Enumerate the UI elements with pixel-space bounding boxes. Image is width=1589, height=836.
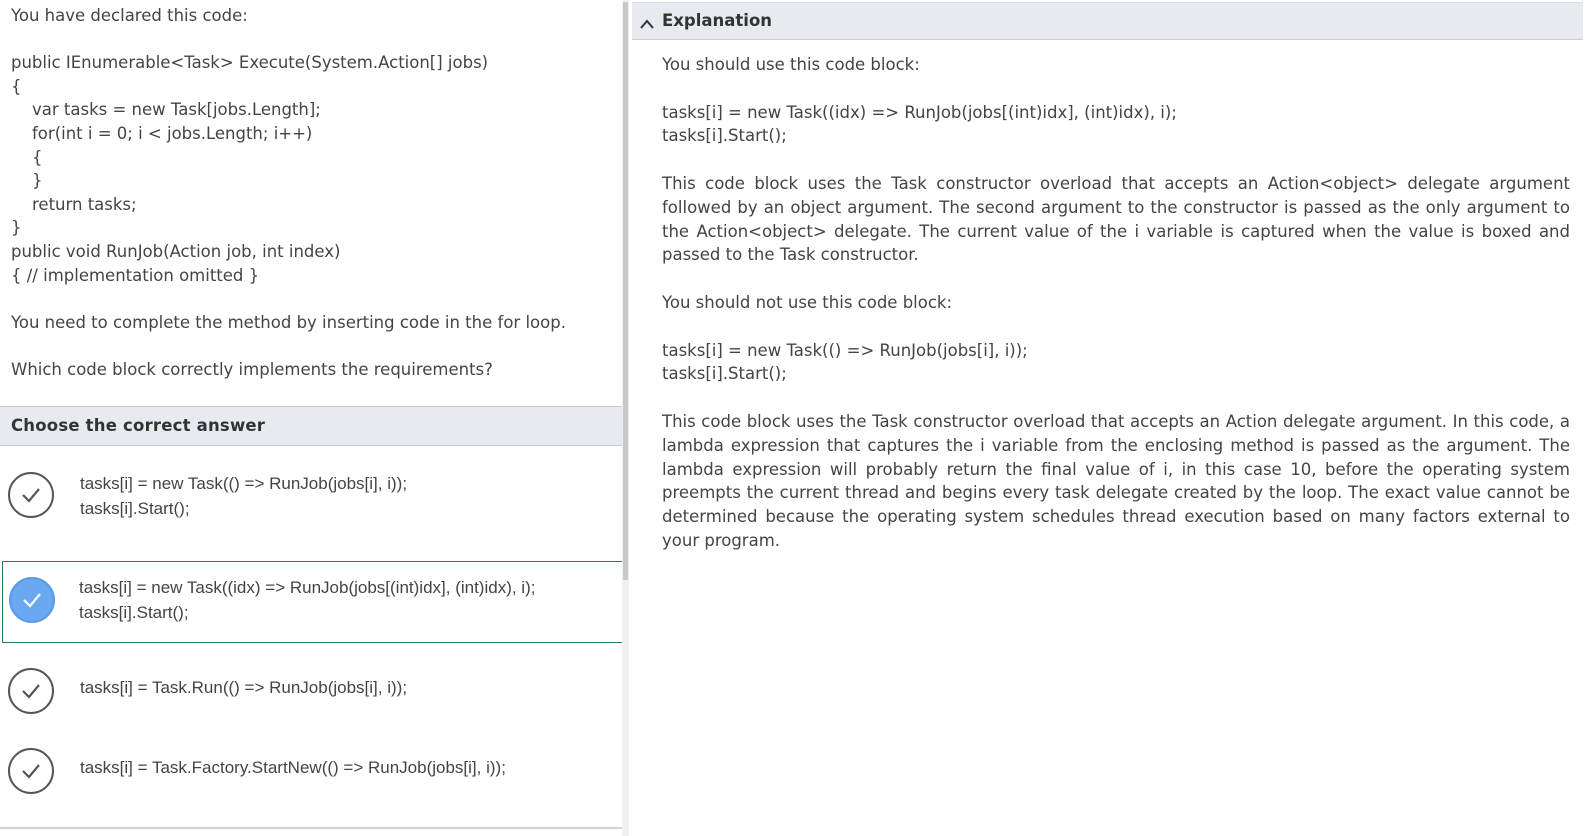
answers-header: Choose the correct answer	[0, 406, 627, 446]
check-icon[interactable]	[9, 577, 55, 623]
explanation-use-intro: You should use this code block:	[662, 55, 920, 74]
explanation-body: You should use this code block: tasks[i]…	[662, 53, 1570, 577]
explanation-not-use-paragraph: This code block uses the Task constructo…	[662, 411, 1570, 550]
answer-option-4[interactable]: tasks[i] = Task.Factory.StartNew(() => R…	[2, 748, 626, 808]
code-line: return tasks;	[32, 194, 137, 214]
answer-option-text: tasks[i] = Task.Factory.StartNew(() => R…	[80, 758, 506, 777]
code-line: var tasks = new Task[jobs.Length];	[32, 100, 321, 120]
chevron-up-icon[interactable]	[640, 14, 654, 33]
question-prompt: Which code block correctly implements th…	[11, 359, 493, 379]
check-icon[interactable]	[8, 668, 54, 714]
code-line: public IEnumerable<Task> Execute(System.…	[11, 53, 489, 73]
question-pane: You have declared this code: public IEnu…	[0, 0, 628, 836]
answer-option-text: tasks[i] = new Task((idx) => RunJob(jobs…	[79, 578, 536, 622]
scrollbar[interactable]	[622, 0, 629, 836]
question-instruction: You need to complete the method by inser…	[11, 312, 566, 332]
code-line: { // implementation omitted }	[11, 265, 260, 285]
explanation-use-paragraph: This code block uses the Task constructo…	[662, 173, 1570, 265]
code-line: }	[11, 218, 22, 238]
code-line: public void RunJob(Action job, int index…	[11, 241, 341, 261]
explanation-not-use-intro: You should not use this code block:	[662, 292, 953, 312]
explanation-toggle[interactable]: Explanation	[632, 2, 1583, 40]
question-text: You have declared this code: public IEnu…	[0, 0, 628, 382]
explanation-title: Explanation	[662, 11, 773, 30]
divider	[0, 827, 627, 829]
code-line: }	[32, 171, 43, 191]
question-intro: You have declared this code:	[11, 6, 248, 25]
answer-option-2[interactable]: tasks[i] = new Task((idx) => RunJob(jobs…	[2, 561, 626, 643]
code-line: {	[11, 76, 22, 96]
answer-option-text: tasks[i] = new Task(() => RunJob(jobs[i]…	[80, 474, 408, 518]
check-icon[interactable]	[8, 472, 54, 518]
explanation-not-use-code: tasks[i] = new Task(() => RunJob(jobs[i]…	[662, 340, 1028, 384]
explanation-pane: Explanation You should use this code blo…	[632, 0, 1589, 836]
explanation-use-code: tasks[i] = new Task((idx) => RunJob(jobs…	[662, 102, 1177, 146]
check-icon[interactable]	[8, 748, 54, 794]
answers-header-label: Choose the correct answer	[11, 416, 266, 435]
answer-option-1[interactable]: tasks[i] = new Task(() => RunJob(jobs[i]…	[2, 456, 626, 538]
answer-option-3[interactable]: tasks[i] = Task.Run(() => RunJob(jobs[i]…	[2, 668, 626, 728]
code-line: for(int i = 0; i < jobs.Length; i++)	[32, 123, 313, 143]
answer-option-text: tasks[i] = Task.Run(() => RunJob(jobs[i]…	[80, 678, 408, 697]
code-line: {	[32, 147, 43, 167]
scrollbar-thumb[interactable]	[623, 2, 628, 580]
